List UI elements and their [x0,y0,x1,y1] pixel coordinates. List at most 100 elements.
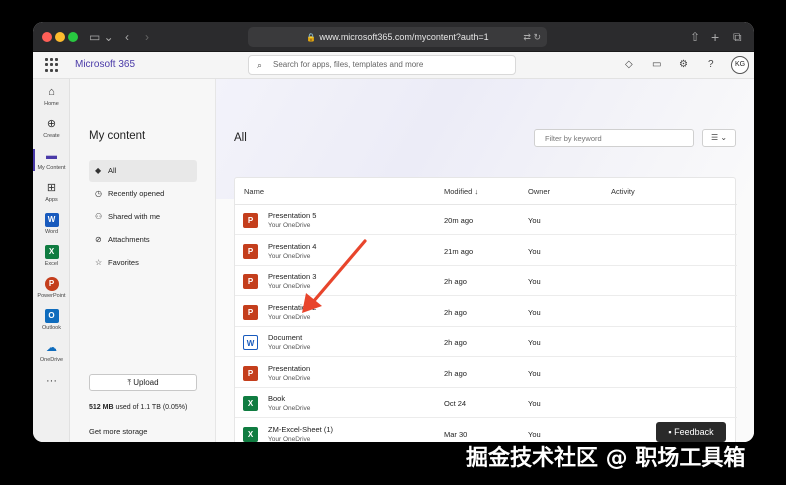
forward-icon[interactable]: › [145,27,149,47]
gear-icon[interactable]: ⚙ [679,58,688,72]
app-rail: ⌂ Home ⊕ Create ▬ My Content ⊞ Apps W Wo… [33,79,70,442]
rail-item-home[interactable]: ⌂ Home [33,85,70,107]
file-name[interactable]: Presentation 3 [268,272,316,281]
more-apps-button[interactable]: ··· [33,375,70,387]
word-file-icon: W [243,335,258,350]
close-window-button[interactable] [42,32,52,42]
file-name[interactable]: Document [268,333,302,342]
nav-item-recently-opened[interactable]: ◷ Recently opened [89,183,197,205]
column-activity[interactable]: Activity [611,187,635,196]
outlook-icon: O [44,309,59,323]
nav-item-favorites[interactable]: ☆ Favorites [89,252,197,274]
file-modified: 2h ago [444,277,467,286]
column-modified-label: Modified [444,187,473,196]
onedrive-icon: ☁ [46,342,57,354]
file-location: Your OneDrive [268,222,311,229]
nav-item-shared-with-me[interactable]: ⚇ Shared with me [89,206,197,228]
rail-item-my-content[interactable]: ▬ My Content [33,149,70,171]
watermark-text: 掘金技术社区 @ 职场工具箱 [466,446,746,471]
filter-button[interactable]: ☰ ⌄ [702,129,736,147]
nav-label: Favorites [108,258,139,267]
rail-label: My Content [37,165,66,171]
nav-item-all[interactable]: ◆ All [89,160,197,182]
app-launcher-icon[interactable] [45,58,59,72]
file-modified: 2h ago [444,368,467,378]
avatar[interactable]: KG [731,56,749,74]
tab-overview-icon[interactable]: ⧉ [733,27,742,47]
file-name[interactable]: Presentation 2 [268,303,316,312]
filter-input[interactable] [534,129,694,147]
file-modified: Oct 24 [444,399,467,408]
feedback-label: Feedback [674,427,714,437]
rail-label: Word [44,229,59,235]
column-modified[interactable]: Modified ↓ [444,187,478,196]
feedback-button[interactable]: ▪ Feedback [656,422,726,442]
file-owner: You [528,429,541,439]
back-icon[interactable]: ‹ [125,27,129,47]
my-content-pane: My content ◆ All ◷ Recently opened ⚇ Shared… [70,79,216,442]
table-row[interactable]: P Presentation 2 Your OneDrive 2h ago You [235,297,737,327]
diamond-icon[interactable]: ◇ [625,58,633,72]
star-icon: ☆ [95,258,103,267]
upload-button[interactable]: ⤒ Upload [89,374,197,391]
rail-item-apps[interactable]: ⊞ Apps [33,181,70,203]
search-placeholder: Search for apps, files, templates and mo… [273,60,424,69]
table-row[interactable]: P Presentation 4 Your OneDrive 21m ago You [235,236,737,266]
files-table: Name Modified ↓ Owner Activity P Presenta… [234,177,737,442]
clock-icon: ◷ [95,189,102,198]
home-icon: ⌂ [48,86,55,98]
storage-info: 512 MB used of 1.1 TB (0.05%) [89,404,187,411]
plus-circle-icon: ⊕ [46,118,57,130]
file-name[interactable]: Presentation 4 [268,242,316,251]
powerpoint-icon: P [44,277,59,291]
column-owner[interactable]: Owner [528,187,550,196]
table-row[interactable]: P Presentation 3 Your OneDrive 2h ago You [235,266,737,296]
rail-item-word[interactable]: W Word [33,213,70,235]
table-row[interactable]: X Book Your OneDrive Oct 24 You [235,388,737,418]
brand-title[interactable]: Microsoft 365 [75,59,135,70]
rail-label: PowerPoint [37,293,66,299]
table-row[interactable]: P Presentation Your OneDrive 2h ago You [235,358,737,388]
nav-item-attachments[interactable]: ⊘ Attachments [89,229,197,251]
nav-label: Shared with me [108,212,161,221]
rail-item-outlook[interactable]: O Outlook [33,309,70,331]
url-text: www.microsoft365.com/mycontent?auth=1 [319,32,489,42]
sort-down-icon: ↓ [474,187,479,196]
column-name[interactable]: Name [244,187,264,196]
rail-item-create[interactable]: ⊕ Create [33,117,70,139]
file-owner: You [528,246,541,256]
address-bar[interactable]: 🔒 www.microsoft365.com/mycontent?auth=1 ⇄… [248,27,547,47]
nav-label: All [108,166,117,175]
translate-reload-icon[interactable]: ⇄ ↻ [523,27,541,47]
page-title: All [234,132,247,144]
lock-icon: 🔒 [306,33,317,42]
video-icon[interactable]: ▭ [652,58,661,72]
excel-icon: X [44,245,59,259]
zoom-window-button[interactable] [68,32,78,42]
file-location: Your OneDrive [268,344,311,351]
file-name[interactable]: Presentation [268,364,310,373]
file-modified: 2h ago [444,338,467,347]
rail-label: Excel [44,261,59,267]
new-tab-icon[interactable]: + [711,27,719,47]
file-name[interactable]: Presentation 5 [268,211,316,220]
file-location: Your OneDrive [268,252,311,260]
excel-file-icon: X [243,396,258,411]
rail-item-onedrive[interactable]: ☁ OneDrive [33,341,70,363]
file-name[interactable]: ZM-Excel-Sheet (1) [268,425,333,434]
table-row[interactable]: W Document Your OneDrive 2h ago You [235,327,737,357]
paperclip-icon: ⊘ [95,235,102,244]
search-input[interactable]: ⌕ Search for apps, files, templates and … [248,55,516,75]
pane-title: My content [89,130,146,142]
powerpoint-file-icon: P [243,365,258,381]
minimize-window-button[interactable] [55,32,65,42]
excel-file-icon: X [243,426,258,442]
help-icon[interactable]: ? [708,58,714,72]
table-row[interactable]: P Presentation 5 Your OneDrive 20m ago You [235,205,737,235]
sidebar-toggle-icon[interactable]: ▭ ⌄ [89,27,114,47]
share-icon[interactable]: ⇧ [690,27,700,47]
rail-item-excel[interactable]: X Excel [33,245,70,267]
get-more-storage-link[interactable]: Get more storage [89,427,147,436]
rail-item-powerpoint[interactable]: P PowerPoint [33,277,70,299]
file-name[interactable]: Book [268,394,285,403]
